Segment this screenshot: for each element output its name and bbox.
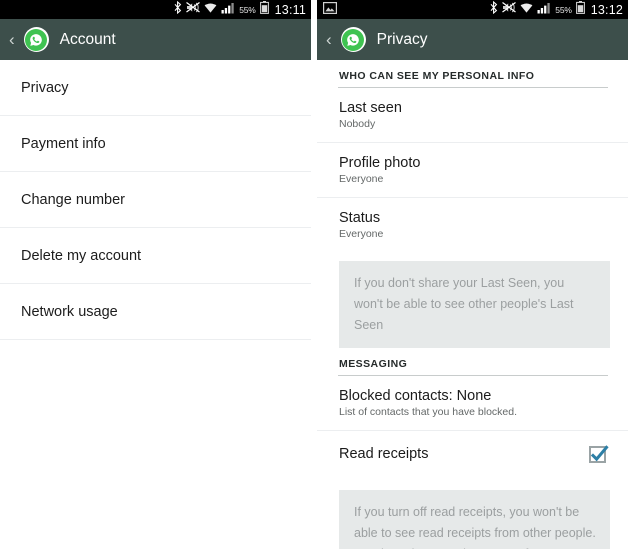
list-item-change-number[interactable]: Change number — [0, 172, 311, 228]
pref-last-seen[interactable]: Last seen Nobody — [317, 88, 628, 143]
status-clock: 13:12 — [590, 2, 623, 17]
battery-icon — [259, 0, 269, 19]
back-icon[interactable]: ‹ — [323, 31, 335, 48]
pref-read-receipts[interactable]: Read receipts — [317, 431, 628, 477]
left-status-bar-system-icons: 55% 13:11 — [174, 0, 306, 19]
list-item-label: Network usage — [21, 303, 118, 320]
battery-icon — [575, 0, 585, 19]
pref-title: Read receipts — [339, 446, 429, 463]
right-app-bar: ‹ Privacy — [317, 19, 628, 60]
wifi-icon — [204, 1, 217, 19]
right-status-bar-notifications — [323, 1, 490, 19]
back-icon[interactable]: ‹ — [6, 31, 18, 48]
list-item-label: Change number — [21, 191, 125, 208]
pref-status[interactable]: Status Everyone — [317, 197, 628, 252]
battery-percent-label: 55% — [555, 4, 572, 15]
list-item-label: Payment info — [21, 135, 106, 152]
left-phone-screen: 55% 13:11 ‹ Account Privacy Payment info… — [0, 0, 311, 549]
page-title: Privacy — [376, 30, 428, 48]
left-app-bar: ‹ Account — [0, 19, 311, 60]
pref-blocked-contacts[interactable]: Blocked contacts: None List of contacts … — [317, 376, 628, 432]
right-status-bar: 55% 13:12 — [317, 0, 628, 19]
privacy-settings-list: WHO CAN SEE MY PERSONAL INFO Last seen N… — [317, 60, 628, 549]
mute-icon — [186, 1, 201, 19]
pref-value: Nobody — [339, 118, 376, 131]
pref-title: Profile photo — [339, 154, 421, 171]
section-header-personal-info: WHO CAN SEE MY PERSONAL INFO — [339, 70, 535, 82]
left-settings-list: Privacy Payment info Change number Delet… — [0, 60, 311, 340]
pref-value: Everyone — [339, 227, 384, 240]
bluetooth-icon — [174, 0, 182, 19]
battery-percent-label: 55% — [239, 4, 256, 15]
signal-icon — [537, 1, 551, 19]
list-item-label: Privacy — [21, 79, 69, 96]
list-item-network-usage[interactable]: Network usage — [0, 284, 311, 340]
mute-icon — [502, 1, 517, 19]
note-last-seen: If you don't share your Last Seen, you w… — [339, 261, 610, 349]
list-item-privacy[interactable]: Privacy — [0, 60, 311, 116]
read-receipts-checkbox[interactable] — [589, 444, 609, 463]
list-item-payment-info[interactable]: Payment info — [0, 116, 311, 172]
pref-title: Status — [339, 209, 381, 226]
whatsapp-logo-icon — [23, 27, 49, 52]
list-item-label: Delete my account — [21, 247, 142, 264]
dual-screenshot-container: 55% 13:11 ‹ Account Privacy Payment info… — [0, 0, 628, 549]
pref-title: Last seen — [339, 100, 402, 116]
pref-subtitle: List of contacts that you have blocked. — [339, 406, 518, 419]
page-title: Account — [59, 30, 116, 48]
screenshot-icon — [323, 1, 338, 19]
right-status-bar-system-icons: 55% 13:12 — [490, 0, 623, 19]
left-status-bar: 55% 13:11 — [0, 0, 311, 19]
status-clock: 13:11 — [274, 2, 306, 17]
bluetooth-icon — [490, 0, 498, 19]
wifi-icon — [520, 1, 533, 19]
signal-icon — [221, 1, 235, 19]
whatsapp-logo-icon — [340, 27, 366, 52]
right-phone-screen: 55% 13:12 ‹ Privacy WHO CAN SEE MY PERSO… — [317, 0, 628, 549]
pref-title: Blocked contacts: None — [339, 388, 492, 405]
pref-profile-photo[interactable]: Profile photo Everyone — [317, 142, 628, 198]
list-item-delete-my-account[interactable]: Delete my account — [0, 228, 311, 284]
note-read-receipts: If you turn off read receipts, you won't… — [339, 490, 610, 549]
pref-value: Everyone — [339, 172, 384, 185]
section-header-messaging: MESSAGING — [339, 358, 408, 371]
